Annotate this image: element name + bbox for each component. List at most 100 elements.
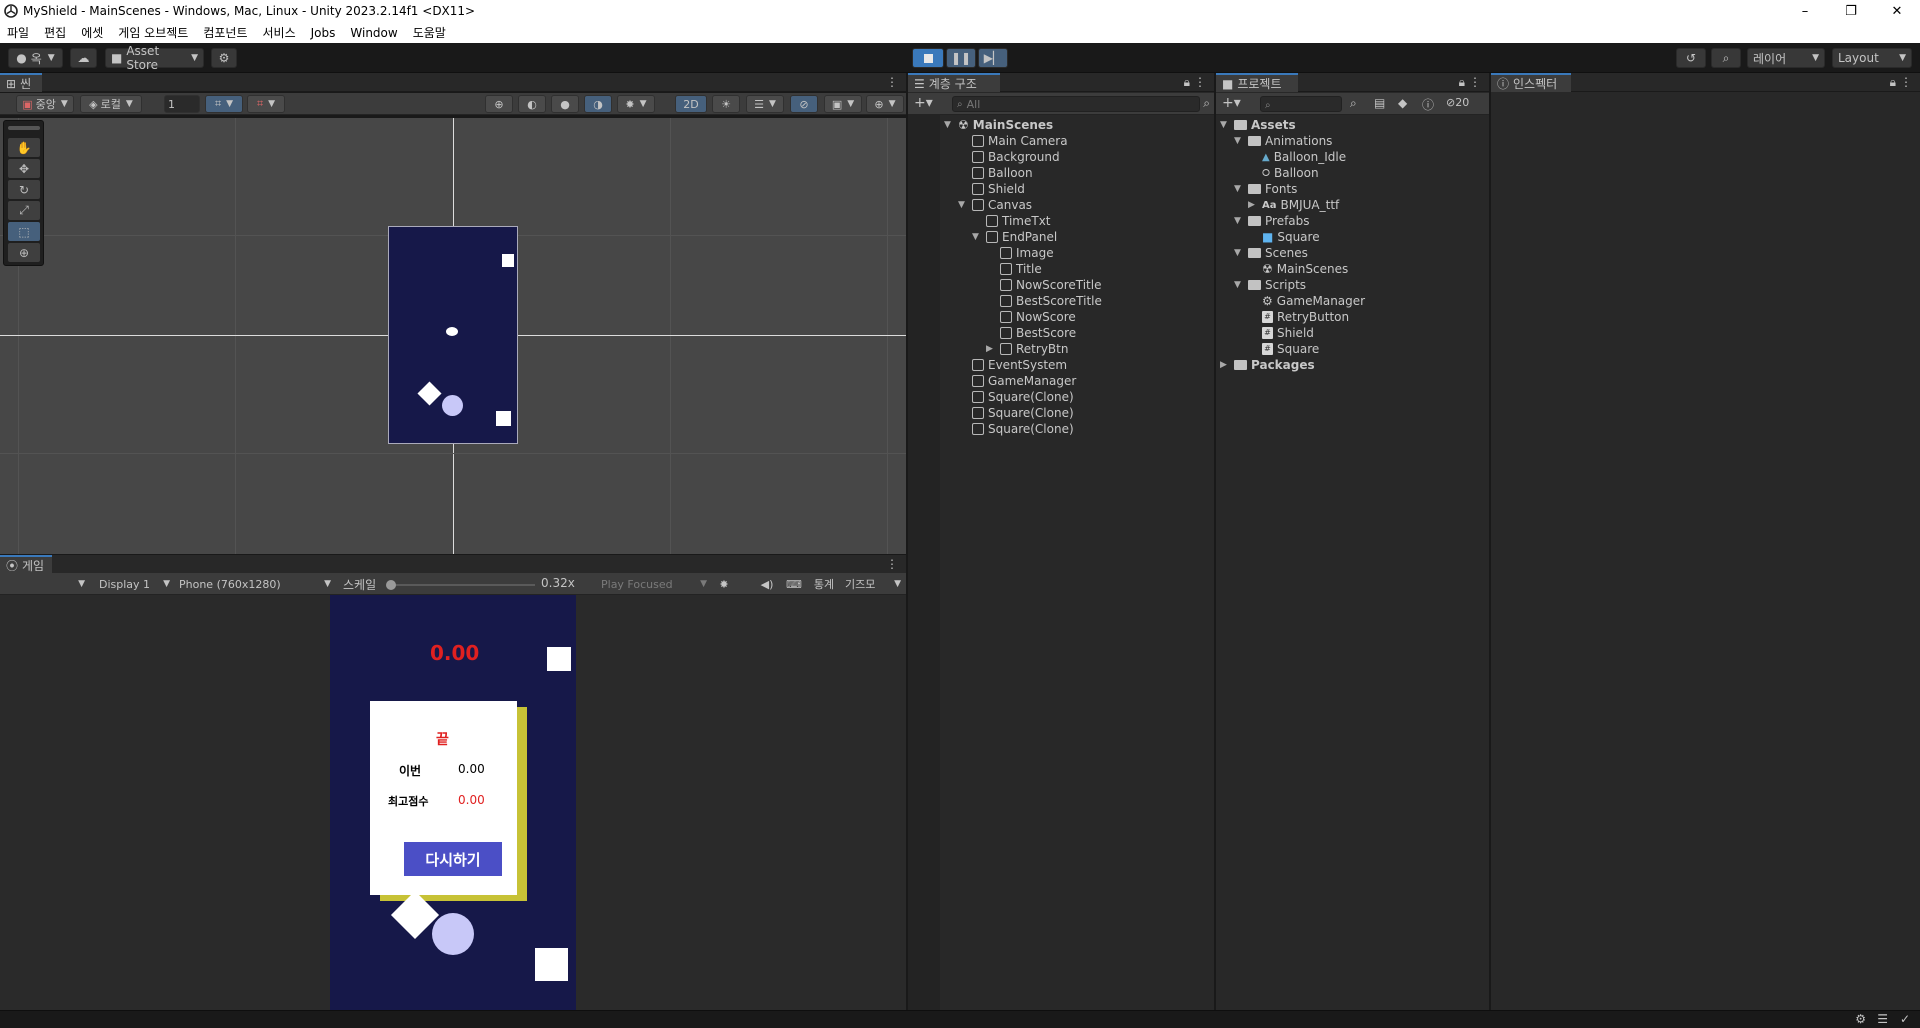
transform-tool-button[interactable]: ⊕ (8, 243, 40, 262)
panel-menu-icon[interactable]: ⋮ (1900, 75, 1912, 89)
hierarchy-item[interactable]: NowScoreTitle (986, 277, 1101, 293)
expand-arrow-icon[interactable]: ▼ (1220, 120, 1230, 130)
panel-menu-icon[interactable]: ⋮ (886, 75, 898, 89)
close-icon[interactable]: ✕ (1874, 0, 1920, 22)
expand-arrow-icon[interactable]: ▼ (1234, 136, 1244, 146)
play-focus-dropdown[interactable]: Play Focused ▼ (598, 575, 710, 593)
add-icon[interactable]: +▾ (1222, 95, 1241, 111)
hierarchy-item[interactable]: Square(Clone) (958, 389, 1074, 405)
mute-audio-button[interactable]: ◀) (754, 575, 780, 593)
increment-snap-button[interactable]: ⌗ ▼ (247, 95, 285, 113)
hierarchy-item[interactable]: Main Camera (958, 133, 1068, 149)
rotate-tool-button[interactable]: ↻ (8, 180, 40, 199)
scene-lighting-toggle[interactable]: ☀ (712, 95, 740, 113)
lighting-button[interactable]: ◑ (584, 95, 612, 113)
hierarchy-item[interactable]: GameManager (958, 373, 1076, 389)
log-icon[interactable]: ⓘ (1422, 96, 1434, 113)
project-item[interactable]: ▼ Animations (1234, 133, 1332, 149)
hierarchy-search-input[interactable]: ⌕ All (952, 96, 1200, 112)
menu-jobs[interactable]: Jobs (304, 26, 344, 40)
camera-dropdown[interactable]: ▣ ▼ (824, 95, 862, 113)
hierarchy-item[interactable]: Square(Clone) (958, 405, 1074, 421)
hierarchy-item[interactable]: Image (986, 245, 1054, 261)
cache-server-icon[interactable]: ☰ (1877, 1012, 1888, 1026)
layers-dropdown[interactable]: 레이어 ▼ (1747, 48, 1825, 68)
panel-menu-icon[interactable]: ⋮ (886, 557, 898, 571)
tab-game[interactable]: ⦿ 게임 (0, 555, 52, 574)
expand-arrow-icon[interactable]: ▼ (972, 232, 982, 242)
package-settings-button[interactable]: ⚙ (211, 48, 237, 68)
collapse-arrow-icon[interactable]: ▶ (1220, 360, 1230, 370)
audio-effects-dropdown[interactable]: ☰ ▼ (746, 95, 784, 113)
project-item[interactable]: ☢ MainScenes (1248, 261, 1348, 277)
hierarchy-item[interactable]: Background (958, 149, 1060, 165)
pivot-dropdown[interactable]: ▣ 중앙 ▼ (16, 95, 74, 113)
project-item[interactable]: ▼ Fonts (1234, 181, 1297, 197)
hand-tool-button[interactable]: ✋ (8, 138, 40, 157)
display-dropdown[interactable]: Display 1 ▼ (96, 575, 173, 593)
expand-arrow-icon[interactable]: ▼ (958, 200, 968, 210)
scale-slider[interactable] (386, 580, 535, 590)
lock-icon[interactable]: 🔒︎ (1890, 75, 1896, 90)
menu-assets[interactable]: 에셋 (74, 24, 111, 41)
menu-edit[interactable]: 편집 (37, 24, 74, 41)
panel-menu-icon[interactable]: ⋮ (1469, 75, 1481, 89)
gizmos-dropdown[interactable]: 기즈모 ▼ (842, 575, 904, 593)
step-button[interactable]: ▶▏ (978, 48, 1008, 68)
project-search-input[interactable]: ⌕ (1260, 96, 1342, 112)
game-mode-dropdown[interactable]: ▼ (4, 575, 88, 593)
scene-shield[interactable] (442, 395, 463, 416)
tab-project[interactable]: ■ 프로젝트 (1216, 73, 1298, 92)
stats-button[interactable]: 통계 (808, 575, 840, 593)
project-item[interactable]: ⚙ GameManager (1248, 293, 1365, 309)
project-item[interactable]: ⭘ Balloon (1248, 165, 1319, 181)
rect-tool-button[interactable]: ⬚ (8, 222, 40, 241)
scene-square[interactable] (502, 254, 514, 267)
project-item[interactable]: ▶ Aa BMJUA_ttf (1248, 197, 1339, 213)
label-icon[interactable]: ◆ (1398, 96, 1407, 110)
project-item[interactable]: ▲ Balloon_Idle (1248, 149, 1346, 165)
layout-dropdown[interactable]: Layout ▼ (1832, 48, 1912, 68)
scene-view[interactable] (0, 118, 906, 554)
tab-hierarchy[interactable]: ☰ 계층 구조 (908, 73, 1000, 92)
game-debug-button[interactable]: ✸ (712, 575, 736, 593)
expand-arrow-icon[interactable]: ▼ (1234, 280, 1244, 290)
project-item[interactable]: ■ Square (1248, 229, 1320, 245)
progress-icon[interactable]: ✓ (1900, 1012, 1910, 1026)
pause-button[interactable]: ❚❚ (946, 48, 976, 68)
hidden-packages-toggle[interactable]: ⊘20 (1446, 96, 1469, 109)
scene-square[interactable] (417, 381, 442, 406)
scale-slider-knob[interactable] (386, 580, 396, 590)
move-tool-button[interactable]: ✥ (8, 159, 40, 178)
lock-icon[interactable]: 🔒︎ (1184, 75, 1190, 90)
menu-file[interactable]: 파일 (0, 24, 37, 41)
filter-type-icon[interactable]: ▤ (1374, 96, 1385, 110)
scene-square[interactable] (496, 411, 511, 426)
menu-services[interactable]: 서비스 (256, 24, 304, 41)
hierarchy-item[interactable]: Shield (958, 181, 1025, 197)
game-canvas[interactable]: 0.00 끝 이번 0.00 최고점수 0.00 다시하기 (330, 595, 576, 1010)
project-item[interactable]: ▼ Scripts (1234, 277, 1306, 293)
space-dropdown[interactable]: ◈ 로컬 ▼ (80, 95, 142, 113)
expand-arrow-icon[interactable]: ▼ (1234, 216, 1244, 226)
project-item[interactable]: ▼ Scenes (1234, 245, 1308, 261)
hierarchy-item[interactable]: NowScore (986, 309, 1076, 325)
collapse-arrow-icon[interactable]: ▶ (1248, 200, 1258, 210)
hierarchy-item[interactable]: Balloon (958, 165, 1033, 181)
shaded-wire-button[interactable]: ◐ (518, 95, 546, 113)
hierarchy-item[interactable]: Square(Clone) (958, 421, 1074, 437)
add-icon[interactable]: +▾ (914, 95, 933, 111)
project-item[interactable]: ▶ Packages (1220, 357, 1315, 373)
search-by-type-icon[interactable]: ⌕ (1350, 96, 1357, 111)
expand-arrow-icon[interactable]: ▼ (1234, 184, 1244, 194)
hierarchy-item[interactable]: ▶ RetryBtn (986, 341, 1068, 357)
scene-game-background[interactable] (388, 226, 518, 444)
grid-snap-button[interactable]: ⌗ ▼ (205, 95, 243, 113)
project-item[interactable]: # Shield (1248, 325, 1314, 341)
hierarchy-item[interactable]: EventSystem (958, 357, 1067, 373)
panel-menu-icon[interactable]: ⋮ (1194, 75, 1206, 89)
tab-scene[interactable]: ⊞ 씬 (0, 73, 42, 92)
resolution-dropdown[interactable]: Phone (760x1280) ▼ (176, 575, 334, 593)
menu-help[interactable]: 도움말 (406, 24, 454, 41)
undo-history-button[interactable]: ↺ (1676, 48, 1706, 68)
